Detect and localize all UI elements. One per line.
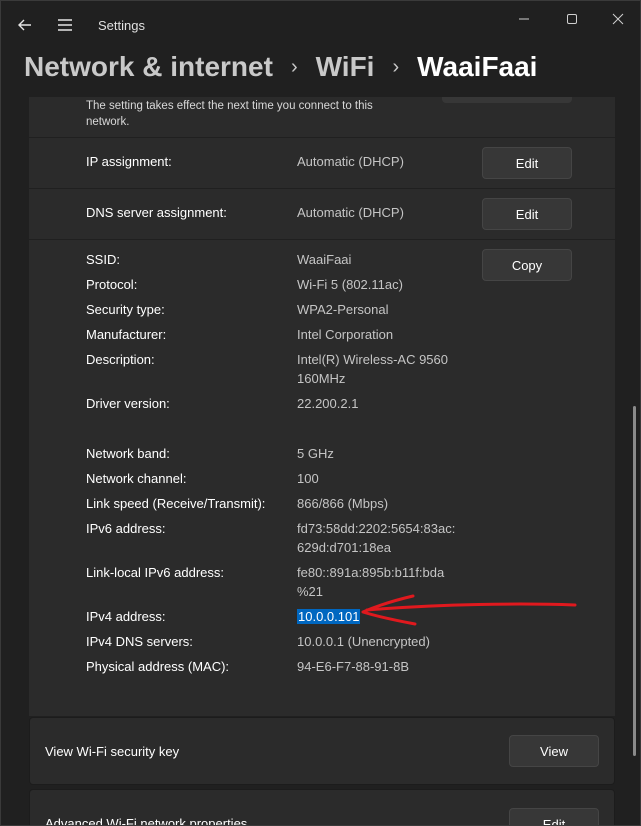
chevron-right-icon: ›: [290, 55, 298, 78]
security-key-label: View Wi-Fi security key: [45, 744, 180, 759]
prop-value-line2: %21: [297, 584, 324, 599]
dns-edit-button[interactable]: Edit: [482, 198, 572, 230]
maximize-button[interactable]: [549, 5, 595, 33]
minimize-button[interactable]: [501, 5, 547, 33]
minimize-icon: [519, 18, 529, 20]
settings-window: Settings Network & internet › WiFi › Waa…: [0, 0, 641, 826]
prop-label: Network band:: [86, 446, 170, 461]
prop-label: IPv6 address:: [86, 521, 166, 536]
prop-value: 94-E6-F7-88-91-8B: [297, 659, 409, 674]
back-arrow-icon: [18, 19, 31, 31]
app-title: Settings: [98, 18, 145, 33]
copy-button[interactable]: Copy: [482, 249, 572, 281]
view-button[interactable]: View: [509, 735, 599, 767]
selected-text: 10.0.0.101: [297, 609, 361, 624]
prop-value: WaaiFaai: [297, 252, 352, 267]
prop-value-line2: 629d:d701:18ea: [297, 540, 391, 555]
prop-label: Link-local IPv6 address:: [86, 565, 225, 580]
prop-label: Network channel:: [86, 471, 187, 486]
advanced-edit-button[interactable]: Edit: [509, 808, 599, 825]
content-area: The setting takes effect the next time y…: [1, 97, 640, 826]
ipv4-value[interactable]: 10.0.0.101: [297, 607, 361, 626]
breadcrumb: Network & internet › WiFi › WaaiFaai: [24, 47, 537, 87]
prop-value: 866/866 (Mbps): [297, 496, 389, 511]
dns-assignment-value: Automatic (DHCP): [297, 205, 404, 220]
partial-button[interactable]: [442, 97, 572, 103]
prop-value: WPA2-Personal: [297, 302, 389, 317]
prop-value: 22.200.2.1: [297, 396, 359, 411]
back-button[interactable]: [11, 11, 39, 39]
breadcrumb-network-internet[interactable]: Network & internet: [24, 51, 273, 83]
prop-value: 5 GHz: [297, 446, 334, 461]
prop-value: 100: [297, 471, 319, 486]
prop-value: fe80::891a:895b:b11f:bda: [297, 565, 445, 580]
prop-label: Manufacturer:: [86, 327, 167, 342]
scrollbar[interactable]: [633, 406, 636, 756]
prop-label: Security type:: [86, 302, 165, 317]
prop-label: Driver version:: [86, 396, 170, 411]
prop-label: Physical address (MAC):: [86, 659, 230, 674]
ip-assignment-value: Automatic (DHCP): [297, 154, 404, 169]
prop-value: fd73:58dd:2202:5654:83ac:: [297, 521, 456, 536]
breadcrumb-wifi[interactable]: WiFi: [316, 51, 375, 83]
close-button[interactable]: [595, 5, 640, 33]
prop-value: Intel(R) Wireless-AC 9560: [297, 352, 448, 367]
close-icon: [612, 13, 624, 25]
prop-label: IPv4 DNS servers:: [86, 634, 193, 649]
prop-value: Intel Corporation: [297, 327, 394, 342]
hamburger-icon: [58, 19, 72, 31]
dns-assignment-label: DNS server assignment:: [86, 205, 227, 220]
ip-edit-button[interactable]: Edit: [482, 147, 572, 179]
prop-label: Protocol:: [86, 277, 138, 292]
prop-label: IPv4 address:: [86, 609, 166, 624]
title-bar: Settings: [1, 1, 640, 49]
note-text: The setting takes effect the next time y…: [86, 100, 373, 128]
prop-label: Link speed (Receive/Transmit):: [86, 496, 266, 511]
prop-value: Wi-Fi 5 (802.11ac): [297, 277, 403, 292]
prop-value-line2: 160MHz: [297, 371, 346, 386]
prop-label: Description:: [86, 352, 155, 367]
maximize-icon: [567, 14, 577, 24]
advanced-label: Advanced Wi-Fi network properties: [45, 816, 248, 826]
page-title: WaaiFaai: [417, 51, 538, 82]
prop-value: 10.0.0.1 (Unencrypted): [297, 634, 430, 649]
ip-assignment-label: IP assignment:: [86, 154, 172, 169]
chevron-right-icon: ›: [392, 55, 400, 78]
prop-label: SSID:: [86, 252, 120, 267]
menu-button[interactable]: [51, 11, 79, 39]
